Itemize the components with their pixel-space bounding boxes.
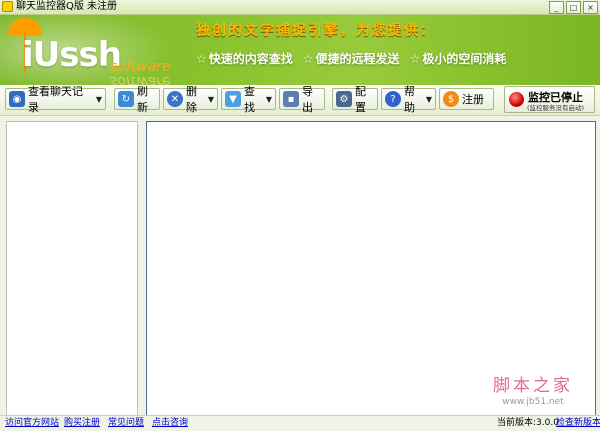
close-button[interactable]: × (583, 1, 598, 14)
help-icon: ? (385, 91, 401, 107)
save-disk-icon: ▪ (283, 91, 299, 107)
delete-button[interactable]: ✕ 删除 ▼ (163, 85, 218, 114)
view-chat-records-label: 查看聊天记录 (28, 85, 83, 114)
chevron-down-icon[interactable]: ▼ (266, 95, 272, 104)
delete-icon: ✕ (167, 91, 183, 107)
app-icon (2, 1, 13, 12)
star-icon: ☆ (302, 52, 314, 66)
feature-label: 便捷的远程发送 (315, 52, 400, 66)
settings-icon: ⚙ (336, 91, 352, 107)
banner-features: ☆ 快速的内容查找 ☆ 便捷的远程发送 ☆ 极小的空间消耗 (196, 50, 506, 67)
refresh-icon: ↻ (118, 91, 134, 107)
star-icon: ☆ (409, 52, 421, 66)
settings-button[interactable]: ⚙ 配置 (332, 85, 378, 114)
filter-funnel-icon: ▼ (225, 91, 241, 107)
monitor-status-button[interactable]: 监控已停止 (监控服务没有启动) (504, 86, 595, 113)
register-label: 注册 (462, 93, 484, 106)
window-controls: _ □ × (549, 1, 598, 14)
title-bar: 聊天监控器Q版 未注册 _ □ × (0, 0, 600, 15)
stop-status-icon (509, 92, 524, 107)
chevron-down-icon[interactable]: ▼ (96, 95, 102, 104)
register-button[interactable]: $ 注册 (439, 88, 494, 110)
star-icon: ☆ (196, 52, 207, 66)
chevron-down-icon[interactable]: ▼ (208, 95, 214, 104)
window-title: 聊天监控器Q版 未注册 (16, 1, 118, 12)
refresh-button[interactable]: ↻ 刷新 (114, 85, 160, 114)
banner: iUssh software software 独创的文字捕捉引擎，为您提供： … (0, 15, 600, 85)
minimize-button[interactable]: _ (549, 1, 564, 14)
delete-label: 删除 (186, 85, 197, 114)
feature-item: ☆ 快速的内容查找 (196, 50, 293, 67)
dollar-icon: $ (443, 91, 459, 107)
watermark-text: 脚本之家 (493, 376, 573, 396)
search-label: 查找 (244, 85, 255, 114)
feature-label: 极小的空间消耗 (422, 52, 507, 66)
help-label: 帮助 (404, 85, 415, 114)
banner-slogan: 独创的文字捕捉引擎，为您提供： (196, 23, 436, 39)
search-button[interactable]: ▼ 查找 ▼ (221, 85, 276, 114)
export-label: 导出 (302, 85, 313, 114)
toolbar: ◉ 查看聊天记录 ▼ ↻ 刷新 ✕ 删除 ▼ ▼ 查找 ▼ ▪ 导出 ⚙ 配置 … (0, 85, 600, 116)
chevron-down-icon[interactable]: ▼ (426, 95, 432, 104)
monitor-status-sublabel: (监控服务没有启动) (527, 104, 585, 112)
maximize-button[interactable]: □ (566, 1, 581, 14)
export-button[interactable]: ▪ 导出 (279, 85, 325, 114)
contact-list-panel[interactable] (6, 121, 138, 416)
watermark: 脚本之家 www.jb51.net (488, 371, 578, 407)
feature-item: ☆ 极小的空间消耗 (410, 50, 507, 67)
watermark-url: www.jb51.net (502, 397, 564, 407)
buy-register-link[interactable]: 购买注册 (64, 416, 100, 431)
version-label: 当前版本:3.0.0 (497, 418, 559, 428)
help-button[interactable]: ? 帮助 ▼ (381, 85, 436, 114)
status-bar: 访问官方网站 购买注册 常见问题 点击咨询 当前版本:3.0.0 检查新版本 (0, 415, 600, 431)
check-update-link[interactable]: 检查新版本 (556, 416, 600, 431)
feature-item: ☆ 便捷的远程发送 (303, 50, 400, 67)
consult-link[interactable]: 点击咨询 (152, 416, 188, 431)
settings-label: 配置 (355, 85, 366, 114)
feature-label: 快速的内容查找 (208, 52, 293, 66)
refresh-label: 刷新 (137, 85, 148, 114)
view-chat-records-button[interactable]: ◉ 查看聊天记录 ▼ (5, 85, 106, 114)
logo-text: iUssh (22, 35, 122, 75)
qq-penguin-icon: ◉ (9, 91, 25, 107)
official-website-link[interactable]: 访问官方网站 (5, 416, 59, 431)
faq-link[interactable]: 常见问题 (108, 416, 144, 431)
